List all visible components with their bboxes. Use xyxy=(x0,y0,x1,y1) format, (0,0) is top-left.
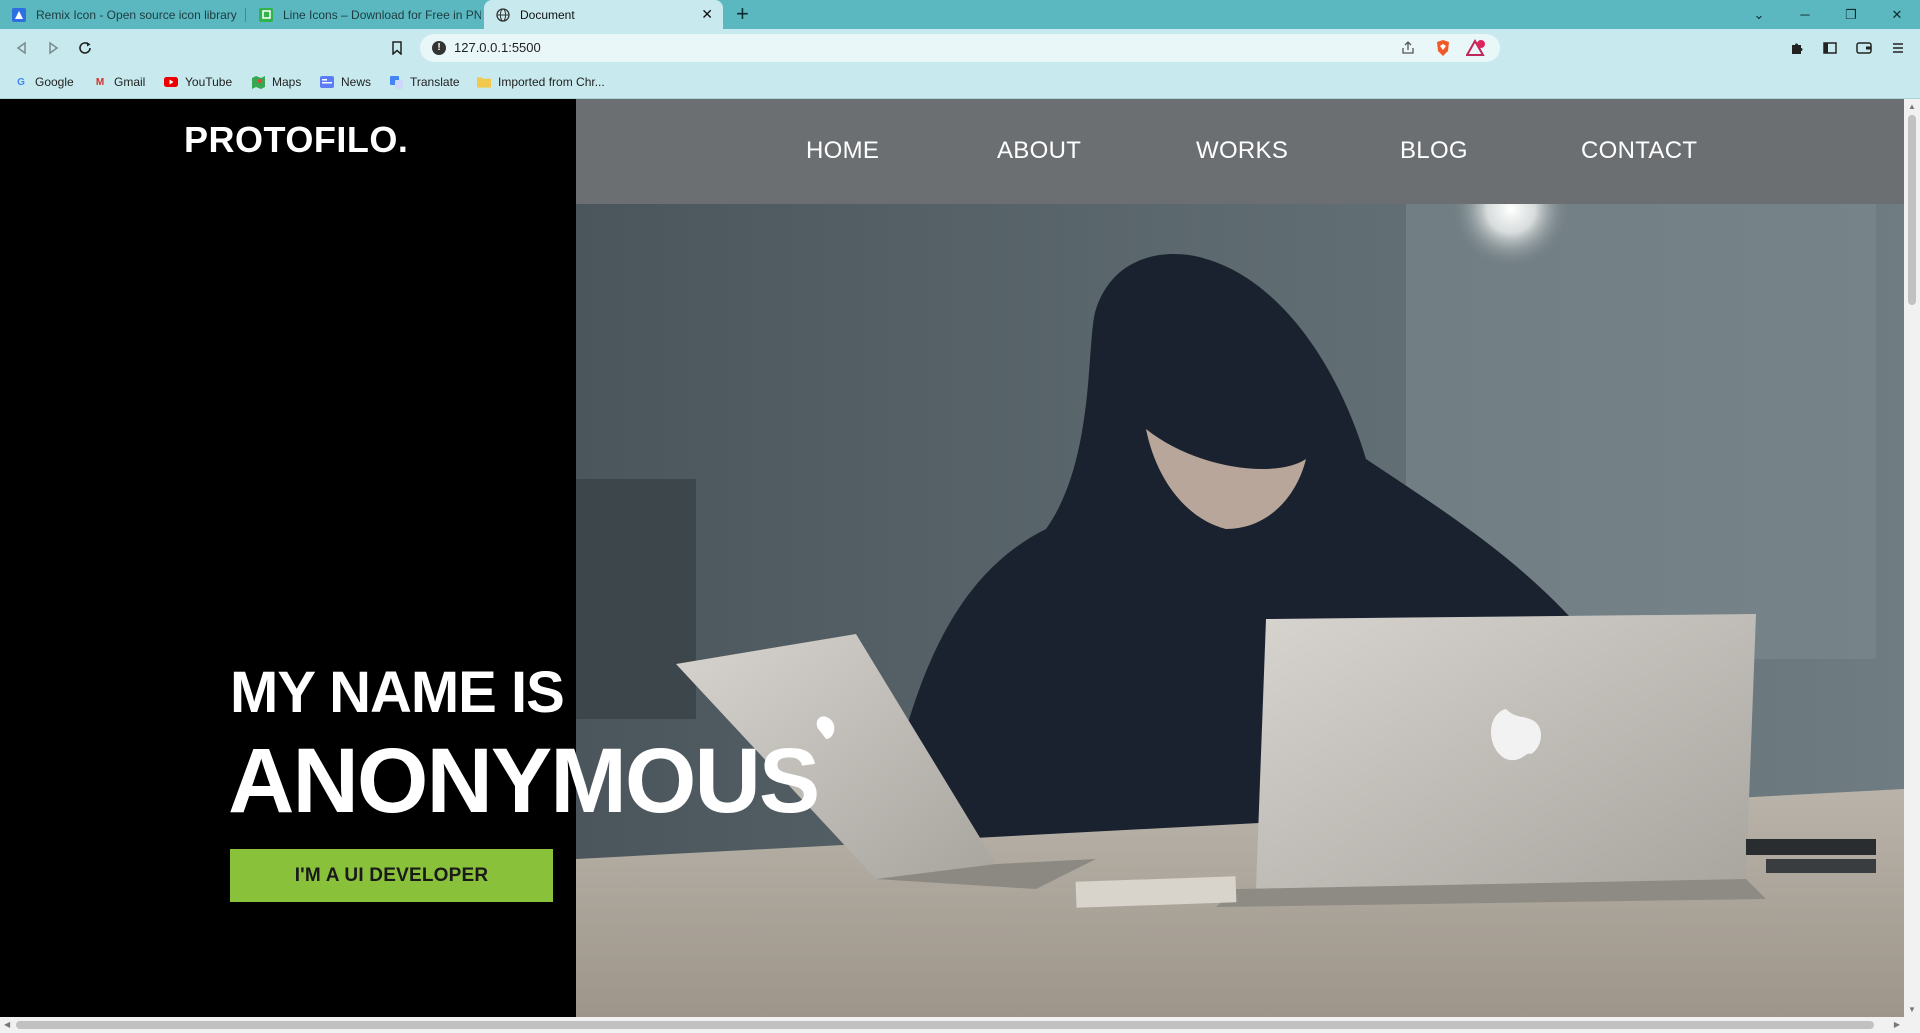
bookmark-label: Imported from Chr... xyxy=(498,75,605,89)
vertical-scroll-thumb[interactable] xyxy=(1908,115,1916,305)
tab-document[interactable]: Document ✕ xyxy=(484,0,723,29)
bookmark-maps[interactable]: Maps xyxy=(251,75,301,89)
bookmark-label: Gmail xyxy=(114,75,146,89)
scroll-right-icon[interactable]: ▶ xyxy=(1894,1020,1900,1029)
address-bar[interactable]: ! 127.0.0.1:5500 xyxy=(420,34,1500,62)
horizontal-scroll-thumb[interactable] xyxy=(16,1021,1874,1029)
minimize-icon[interactable]: ─ xyxy=(1782,0,1828,29)
bookmark-label: Translate xyxy=(410,75,460,89)
close-window-icon[interactable]: ✕ xyxy=(1874,0,1920,29)
tab-title: Line Icons – Download for Free in PNG xyxy=(283,7,481,22)
page-viewport: HOME ABOUT WORKS BLOG CONTACT PROTOFILO.… xyxy=(0,99,1904,1017)
extensions-icon[interactable] xyxy=(1787,38,1807,58)
nav-blog[interactable]: BLOG xyxy=(1400,137,1468,165)
tab-title: Remix Icon - Open source icon library xyxy=(36,7,237,22)
bookmark-label: Google xyxy=(35,75,74,89)
wallet-icon[interactable] xyxy=(1854,38,1874,58)
tab-line-icons[interactable]: Line Icons – Download for Free in PNG xyxy=(247,0,481,29)
news-icon xyxy=(320,75,334,89)
site-info-icon[interactable]: ! xyxy=(432,41,446,55)
tab-search-chevron-icon[interactable]: ⌄ xyxy=(1736,0,1782,29)
site-logo[interactable]: PROTOFILO. xyxy=(184,119,408,161)
vertical-scrollbar[interactable]: ▲ ▼ xyxy=(1904,99,1920,1017)
menu-icon[interactable] xyxy=(1888,38,1908,58)
sidebar-icon[interactable] xyxy=(1820,38,1840,58)
nav-works[interactable]: WORKS xyxy=(1196,137,1288,165)
bookmark-label: YouTube xyxy=(185,75,233,89)
line-icons-favicon xyxy=(259,7,273,22)
new-tab-button[interactable]: + xyxy=(736,2,749,26)
tab-title: Document xyxy=(520,7,575,22)
globe-icon xyxy=(496,7,510,22)
bookmark-youtube[interactable]: YouTube xyxy=(164,75,232,89)
bookmark-gmail[interactable]: M Gmail xyxy=(93,75,146,89)
gmail-icon: M xyxy=(95,76,105,88)
bookmarks-bar: G Google M Gmail YouTube Maps News Trans… xyxy=(0,67,1920,99)
reload-icon[interactable] xyxy=(75,38,95,58)
translate-icon xyxy=(389,75,403,89)
hero-image xyxy=(576,99,1904,1017)
brave-rewards-icon[interactable] xyxy=(1465,38,1486,62)
tab-separator xyxy=(245,8,246,22)
restore-icon[interactable]: ❐ xyxy=(1828,0,1874,29)
youtube-icon xyxy=(164,75,178,89)
scroll-left-icon[interactable]: ◀ xyxy=(4,1020,10,1029)
tab-strip: Remix Icon - Open source icon library Li… xyxy=(0,0,1920,29)
hero-intro-text: MY NAME IS xyxy=(230,660,565,725)
brave-shields-icon[interactable] xyxy=(1434,39,1452,62)
scroll-down-icon[interactable]: ▼ xyxy=(1908,1005,1916,1014)
url-text: 127.0.0.1:5500 xyxy=(454,40,541,55)
horizontal-scrollbar[interactable]: ◀ ▶ xyxy=(0,1017,1920,1033)
cta-button[interactable]: I'M A UI DEVELOPER xyxy=(230,849,553,902)
main-nav: HOME ABOUT WORKS BLOG CONTACT xyxy=(576,99,1904,204)
share-icon[interactable] xyxy=(1400,40,1416,61)
forward-icon[interactable] xyxy=(43,38,63,58)
bookmark-google[interactable]: G Google xyxy=(14,75,74,89)
nav-about[interactable]: ABOUT xyxy=(997,137,1081,165)
browser-toolbar: ! 127.0.0.1:5500 xyxy=(0,29,1920,67)
bookmark-translate[interactable]: Translate xyxy=(389,75,460,89)
tab-remix-icon[interactable]: Remix Icon - Open source icon library xyxy=(0,0,244,29)
nav-home[interactable]: HOME xyxy=(806,137,879,165)
google-icon: G xyxy=(17,76,25,88)
scroll-up-icon[interactable]: ▲ xyxy=(1908,102,1916,111)
bookmark-label: Maps xyxy=(272,75,302,89)
bookmark-news[interactable]: News xyxy=(320,75,371,89)
maps-icon xyxy=(251,75,265,89)
bookmark-label: News xyxy=(341,75,372,89)
bookmark-icon[interactable] xyxy=(387,38,407,58)
nav-contact[interactable]: CONTACT xyxy=(1581,137,1697,165)
remix-icon-favicon xyxy=(12,7,26,22)
close-tab-icon[interactable]: ✕ xyxy=(701,7,713,21)
folder-icon xyxy=(477,75,491,89)
back-icon[interactable] xyxy=(12,38,32,58)
bookmark-imported-folder[interactable]: Imported from Chr... xyxy=(477,75,605,89)
hero-name-text: ANONYMOUS xyxy=(228,730,820,832)
